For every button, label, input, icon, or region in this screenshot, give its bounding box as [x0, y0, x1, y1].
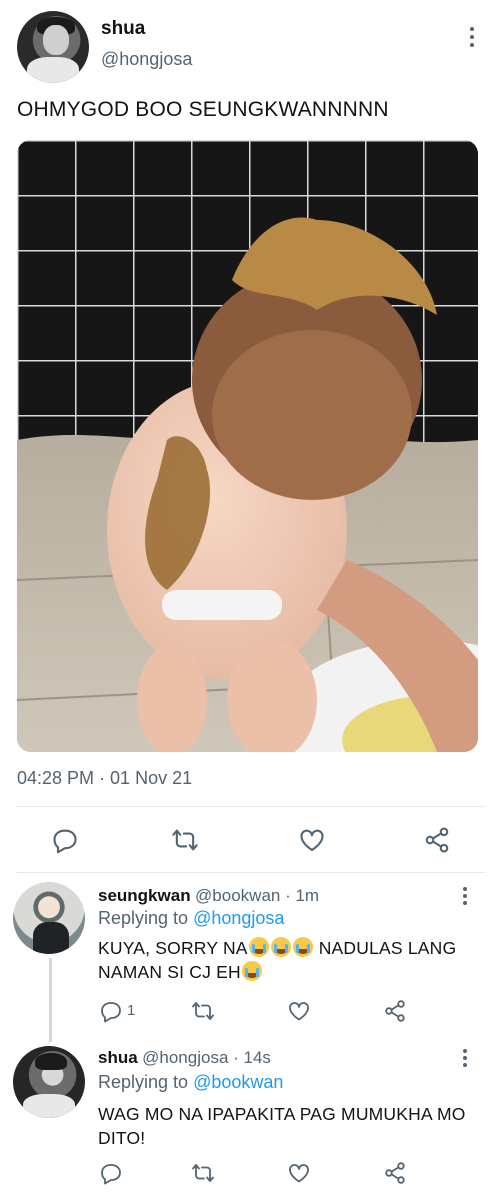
reply-header: seungkwan @bookwan · 1m [98, 886, 319, 906]
loudly-crying-emoji-icon [292, 937, 313, 957]
more-options-icon[interactable] [455, 885, 475, 909]
replying-to: Replying to @bookwan [98, 1072, 284, 1092]
replying-to: Replying to @hongjosa [98, 908, 285, 928]
loudly-crying-emoji-icon [270, 937, 291, 957]
like-icon[interactable] [287, 1161, 311, 1185]
share-icon[interactable] [383, 1161, 407, 1185]
share-icon[interactable] [423, 826, 451, 854]
loudly-crying-emoji-icon [241, 961, 262, 981]
avatar-body [23, 1094, 75, 1118]
reply-header: shua @hongjosa · 14s [98, 1048, 271, 1068]
reply-icon[interactable] [99, 999, 123, 1023]
reply-handle-time[interactable]: @bookwan · 1m [195, 886, 319, 905]
replying-to-handle[interactable]: @hongjosa [193, 908, 284, 928]
avatar-hair [35, 1053, 67, 1070]
reply-count: 1 [127, 1002, 136, 1019]
tweet-text: OHMYGOD BOO SEUNGKWANNNNN [17, 98, 389, 121]
author-handle[interactable]: @hongjosa [101, 49, 192, 70]
thread-line [49, 958, 52, 1042]
reply-icon[interactable] [51, 826, 79, 854]
avatar-face [43, 25, 69, 55]
tweet-photo[interactable] [17, 140, 478, 752]
more-options-icon[interactable] [455, 1047, 475, 1071]
avatar-clothing [33, 922, 69, 954]
reply-icon[interactable] [99, 1161, 123, 1185]
reply-display-name[interactable]: shua [98, 1048, 138, 1067]
reply-handle-time[interactable]: @hongjosa · 14s [142, 1048, 271, 1067]
avatar-body [27, 57, 79, 83]
reply-text: WAG MO NA IPAPAKITA PAG MUMUKHA MO DITO! [98, 1104, 466, 1148]
more-options-icon[interactable] [462, 24, 482, 50]
loudly-crying-emoji-icon [248, 937, 269, 957]
reply-text: KUYA, SORRY NA NADULAS LANG NAMAN SI CJ … [98, 937, 457, 982]
share-icon[interactable] [383, 999, 407, 1023]
photo-illustration [17, 140, 478, 752]
tweet-timestamp[interactable]: 04:28 PM · 01 Nov 21 [17, 768, 192, 789]
reply-display-name[interactable]: seungkwan [98, 886, 191, 905]
retweet-icon[interactable] [191, 999, 215, 1023]
like-icon[interactable] [287, 999, 311, 1023]
author-display-name[interactable]: shua [101, 18, 145, 40]
replying-to-handle[interactable]: @bookwan [193, 1072, 283, 1092]
retweet-icon[interactable] [171, 826, 199, 854]
divider [17, 872, 485, 873]
like-icon[interactable] [298, 826, 326, 854]
divider [17, 806, 485, 807]
retweet-icon[interactable] [191, 1161, 215, 1185]
avatar[interactable] [17, 11, 89, 83]
reply-avatar[interactable] [13, 1046, 85, 1118]
reply-avatar[interactable] [13, 882, 85, 954]
